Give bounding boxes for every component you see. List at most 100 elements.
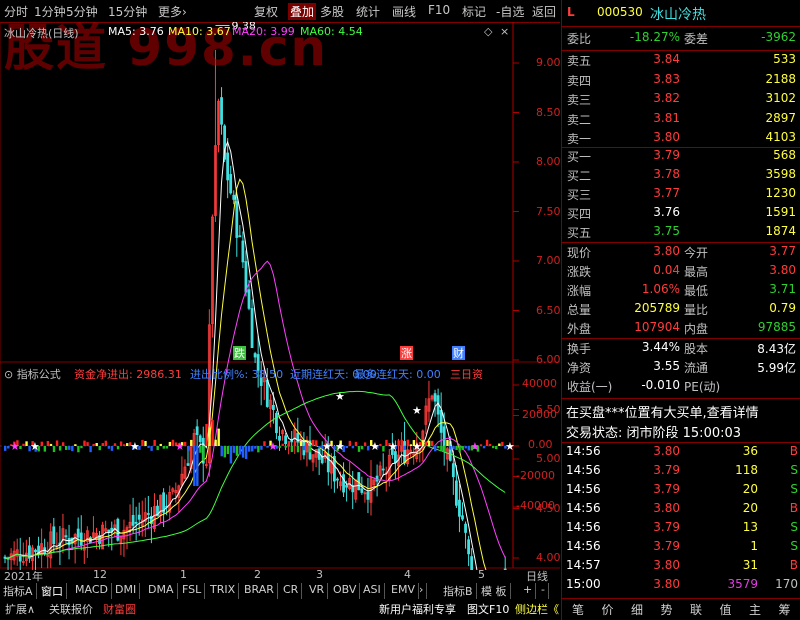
flow-bar: [165, 446, 169, 449]
stat-value: 3.77: [769, 244, 796, 258]
stat-value: 107904: [634, 320, 680, 334]
toolbar-right-item-3[interactable]: 统计: [356, 3, 380, 20]
candle-body: [64, 535, 68, 538]
kline-chart[interactable]: 9.383.27跌涨财★★★★★★★★★★★★★★: [0, 22, 560, 570]
toolbar-right-item-5[interactable]: F10: [428, 3, 450, 17]
indicator-tick: 0.00: [528, 438, 553, 451]
quote-tab-6[interactable]: 主: [749, 601, 761, 618]
toolbar-right-item-4[interactable]: 画线: [392, 3, 416, 20]
quote-tab-5[interactable]: 值: [720, 601, 732, 618]
signal-star-icon: ★: [412, 440, 422, 453]
indicator-tab-9[interactable]: VR: [306, 583, 329, 599]
indicator-tab-4[interactable]: DMA: [145, 583, 178, 599]
bid-price: 3.76: [653, 205, 680, 219]
period-label[interactable]: 日线: [526, 568, 548, 584]
bid-row: 买五 3.75 1874: [562, 224, 800, 243]
stat-value: 0.79: [769, 301, 796, 315]
flow-bar: [366, 446, 370, 451]
flow-bar: [168, 441, 172, 446]
flow-bar: [205, 424, 208, 446]
ask-row: 卖四 3.83 2188: [562, 72, 800, 91]
toolbar-right-item-8[interactable]: 返回: [532, 3, 556, 20]
indicator-tab-12[interactable]: EMV: [388, 583, 419, 599]
indicator-tab-11[interactable]: ASI: [360, 583, 385, 599]
ask-row: 卖五 3.84 533: [562, 52, 800, 71]
price-tick: 7.50: [536, 204, 561, 218]
flow-bar: [235, 446, 239, 456]
quote-tab-4[interactable]: 联: [690, 601, 702, 618]
ask-price: 3.81: [653, 110, 680, 125]
candle-body: [195, 426, 199, 435]
flow-bar: [293, 441, 297, 446]
chart-settings-icon[interactable]: ◇: [484, 25, 492, 38]
flow-bar: [208, 427, 211, 446]
indicator-tab-0[interactable]: 指标A: [0, 583, 37, 599]
indicator-tab-17[interactable]: -: [538, 583, 549, 599]
indicator-tick: 20000: [522, 407, 557, 421]
tick-price: 3.80: [653, 577, 680, 591]
candle-body: [107, 529, 111, 533]
flow-bar: [89, 446, 92, 453]
quote-tab-3[interactable]: 势: [661, 601, 673, 618]
indicator-field-0: 资金净进出: 2986.31: [74, 368, 182, 381]
status-right-1[interactable]: 图文F10: [464, 601, 512, 618]
status-left-1[interactable]: 关联报价: [46, 601, 96, 618]
flow-bar: [49, 443, 53, 446]
time-tick: 2021年: [4, 570, 43, 583]
indicator-tab-15[interactable]: 模 板: [478, 583, 511, 599]
candle-body: [366, 491, 370, 500]
fund-value: -0.010: [641, 378, 680, 392]
indicator-tick: -40000: [516, 499, 555, 512]
flow-bar: [126, 443, 129, 446]
quote-tab-7[interactable]: 筹: [779, 601, 791, 618]
flow-bar: [104, 440, 108, 446]
flow-bar: [65, 446, 68, 450]
quote-tab-2[interactable]: 细: [631, 601, 643, 618]
flow-bar: [202, 446, 205, 461]
flow-bar: [156, 446, 159, 451]
signal-star-icon: ★: [322, 440, 332, 453]
status-left-2[interactable]: 财富圈: [100, 601, 139, 618]
tick-time: 14:56: [566, 463, 601, 477]
candle-body: [433, 393, 437, 402]
indicator-tab-8[interactable]: CR: [280, 583, 303, 599]
ask-label: 卖三: [567, 93, 592, 107]
indicator-tab-7[interactable]: BRAR: [241, 583, 278, 599]
candle-body: [76, 528, 80, 538]
chart-close-icon[interactable]: ×: [500, 25, 509, 38]
ma20-label: MA20: 3.99: [232, 25, 295, 38]
signal-star-icon: ★: [388, 440, 398, 453]
tick-price: 3.79: [653, 520, 680, 534]
quote-tab-1[interactable]: 价: [602, 601, 614, 618]
indicator-tab-10[interactable]: OBV: [330, 583, 361, 599]
quote-tab-0[interactable]: 笔: [572, 601, 584, 618]
indicator-tab-1[interactable]: 窗口: [38, 583, 67, 599]
big-order-notice[interactable]: 在买盘***位置有大买单,查看详情: [566, 402, 759, 421]
flow-bar: [226, 446, 230, 455]
candle-body: [131, 514, 135, 526]
indicator-tab-6[interactable]: TRIX: [207, 583, 240, 599]
quote-panel: L 000530 冰山冷热 委比 -18.27% 委差 -3962 卖五 3.84…: [561, 0, 800, 620]
status-right-2[interactable]: 侧边栏《: [512, 601, 562, 618]
indicator-tab-13[interactable]: ›: [416, 583, 428, 599]
flow-bar: [440, 446, 443, 452]
flow-bar: [443, 446, 446, 452]
status-right-0[interactable]: 新用户福利专享: [376, 601, 459, 618]
flow-bar: [263, 441, 266, 446]
toolbar-right-item-6[interactable]: 标记: [462, 3, 486, 20]
indicator-tab-14[interactable]: 指标B: [440, 583, 477, 599]
indicator-tab-2[interactable]: MACD: [72, 583, 112, 599]
indicator-title[interactable]: ⊙ 指标公式: [4, 366, 61, 382]
indicator-dropdown-icon[interactable]: ⊙: [4, 368, 17, 381]
indicator-tab-5[interactable]: FSL: [179, 583, 206, 599]
bid-label: 买三: [567, 188, 592, 202]
flow-bar: [83, 440, 86, 446]
status-left-0[interactable]: 扩展∧: [2, 601, 38, 618]
toolbar-right-item-7[interactable]: -自选: [496, 3, 524, 20]
indicator-tab-3[interactable]: DMI: [112, 583, 141, 599]
candle-body: [198, 435, 202, 443]
tick-volume: 31: [742, 558, 758, 572]
tick-volume: 118: [735, 463, 758, 477]
indicator-tab-16[interactable]: +: [520, 583, 537, 599]
candle-body: [253, 353, 257, 358]
